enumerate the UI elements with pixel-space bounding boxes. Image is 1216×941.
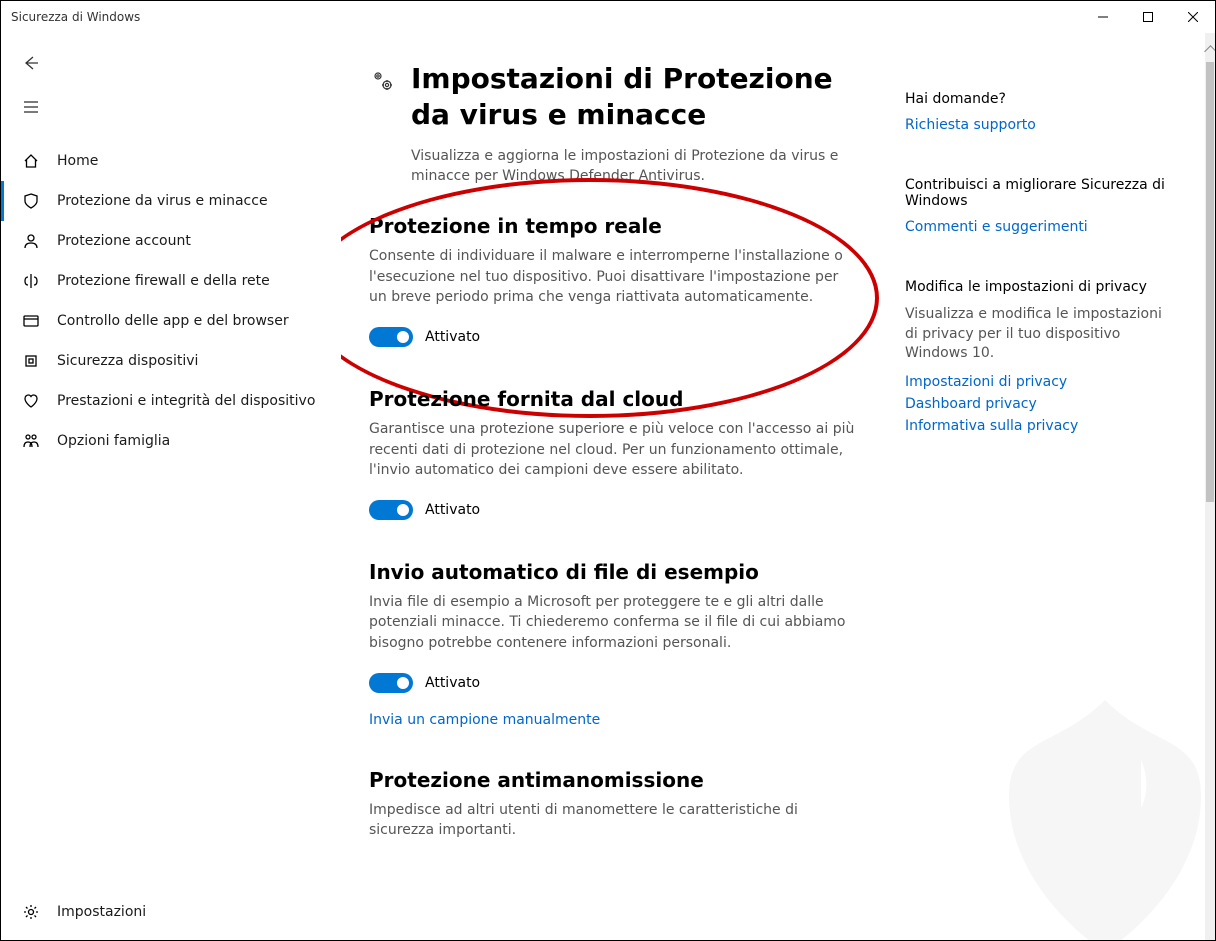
section-title: Protezione antimanomissione: [369, 768, 875, 792]
section-desc: Garantisce una protezione superiore e pi…: [369, 419, 859, 480]
maximize-button[interactable]: [1125, 1, 1170, 33]
page-title: Impostazioni di Protezione da virus e mi…: [411, 61, 875, 134]
page-subtitle: Visualizza e aggiorna le impostazioni di…: [411, 146, 875, 187]
privacy-settings-link[interactable]: Impostazioni di privacy: [905, 374, 1175, 390]
nav-item-firewall[interactable]: Protezione firewall e della rete: [1, 261, 341, 301]
section-realtime: Protezione in tempo reale Consente di in…: [369, 214, 875, 347]
nav-item-health[interactable]: Prestazioni e integrità del dispositivo: [1, 381, 341, 421]
person-icon: [21, 231, 41, 251]
hamburger-button[interactable]: [11, 87, 51, 127]
nav-item-device-security[interactable]: Sicurezza dispositivi: [1, 341, 341, 381]
privacy-notice-link[interactable]: Informativa sulla privacy: [905, 418, 1175, 434]
chip-icon: [21, 351, 41, 371]
section-title: Protezione fornita dal cloud: [369, 387, 875, 411]
privacy-desc: Visualizza e modifica le impostazioni di…: [905, 305, 1175, 364]
nav-item-virus[interactable]: Protezione da virus e minacce: [1, 181, 341, 221]
nav-item-home[interactable]: Home: [1, 141, 341, 181]
nav-label: Opzioni famiglia: [57, 433, 170, 449]
window-title: Sicurezza di Windows: [11, 10, 140, 24]
help-link[interactable]: Richiesta supporto: [905, 117, 1175, 133]
settings-icon: [369, 67, 397, 95]
contribute-heading: Contribuisci a migliorare Sicurezza di W…: [905, 177, 1175, 209]
scroll-thumb[interactable]: [1206, 62, 1214, 502]
privacy-dashboard-link[interactable]: Dashboard privacy: [905, 396, 1175, 412]
section-cloud: Protezione fornita dal cloud Garantisce …: [369, 387, 875, 520]
nav-label: Impostazioni: [57, 904, 146, 920]
section-sample: Invio automatico di file di esempio Invi…: [369, 560, 875, 728]
nav-label: Protezione da virus e minacce: [57, 193, 268, 209]
section-desc: Invia file di esempio a Microsoft per pr…: [369, 592, 859, 653]
nav-label: Prestazioni e integrità del dispositivo: [57, 393, 315, 409]
gear-icon: [21, 902, 41, 922]
network-icon: [21, 271, 41, 291]
app-icon: [21, 311, 41, 331]
section-desc: Consente di individuare il malware e int…: [369, 246, 859, 307]
toggle-label: Attivato: [425, 502, 480, 518]
toggle-label: Attivato: [425, 329, 480, 345]
back-button[interactable]: [11, 43, 51, 83]
nav-item-family[interactable]: Opzioni famiglia: [1, 421, 341, 461]
vertical-scrollbar[interactable]: [1205, 33, 1215, 940]
nav-label: Protezione firewall e della rete: [57, 273, 270, 289]
titlebar: Sicurezza di Windows: [1, 1, 1215, 33]
home-icon: [21, 151, 41, 171]
shield-icon: [21, 191, 41, 211]
family-icon: [21, 431, 41, 451]
scroll-up-icon: [1204, 45, 1215, 58]
main-content: Impostazioni di Protezione da virus e mi…: [341, 33, 895, 940]
section-tamper: Protezione antimanomissione Impedisce ad…: [369, 768, 875, 841]
help-heading: Hai domande?: [905, 91, 1175, 107]
privacy-heading: Modifica le impostazioni di privacy: [905, 279, 1175, 295]
section-title: Invio automatico di file di esempio: [369, 560, 875, 584]
nav-item-settings[interactable]: Impostazioni: [1, 892, 341, 932]
cloud-toggle[interactable]: [369, 500, 413, 520]
close-button[interactable]: [1170, 1, 1215, 33]
nav-label: Sicurezza dispositivi: [57, 353, 198, 369]
minimize-button[interactable]: [1080, 1, 1125, 33]
realtime-toggle[interactable]: [369, 327, 413, 347]
toggle-label: Attivato: [425, 675, 480, 691]
nav-item-app-browser[interactable]: Controllo delle app e del browser: [1, 301, 341, 341]
nav-label: Controllo delle app e del browser: [57, 313, 289, 329]
nav-label: Protezione account: [57, 233, 191, 249]
feedback-link[interactable]: Commenti e suggerimenti: [905, 219, 1175, 235]
submit-sample-link[interactable]: Invia un campione manualmente: [369, 712, 600, 728]
sidebar: Home Protezione da virus e minacce Prote…: [1, 33, 341, 940]
section-desc: Impedisce ad altri utenti di manomettere…: [369, 800, 859, 841]
nav-label: Home: [57, 153, 98, 169]
right-panel: Hai domande? Richiesta supporto Contribu…: [895, 33, 1205, 940]
sample-toggle[interactable]: [369, 673, 413, 693]
nav-item-account[interactable]: Protezione account: [1, 221, 341, 261]
section-title: Protezione in tempo reale: [369, 214, 875, 238]
heart-icon: [21, 391, 41, 411]
